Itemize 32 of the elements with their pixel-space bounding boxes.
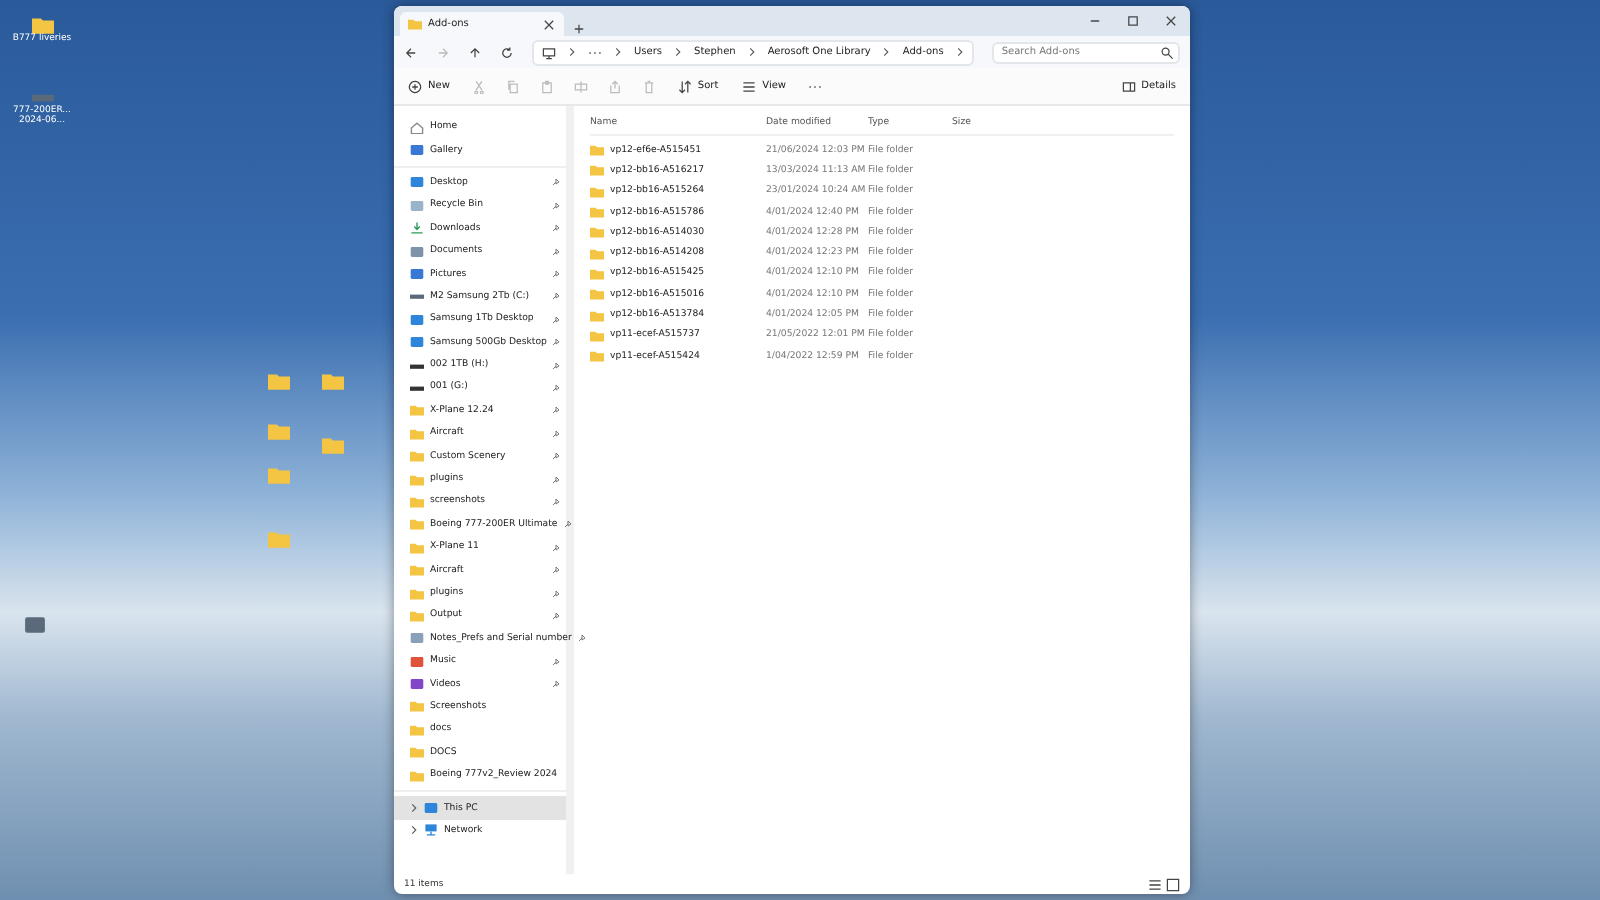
up-icon[interactable] (468, 45, 482, 59)
panel-icon[interactable] (1121, 79, 1136, 93)
chevron-icon[interactable] (882, 46, 891, 58)
chevron-icon[interactable] (747, 46, 756, 58)
sort-icon[interactable] (677, 79, 692, 93)
chevron-icon[interactable] (568, 46, 576, 58)
chevron-icon[interactable] (674, 46, 683, 58)
folder-icon (267, 422, 289, 440)
back-icon[interactable] (404, 45, 418, 59)
folder-icon (31, 16, 53, 34)
details-view-icon[interactable] (1148, 877, 1162, 891)
home-icon (410, 121, 424, 134)
minimize-icon[interactable] (1088, 14, 1102, 28)
close-icon[interactable] (1164, 14, 1178, 28)
network-icon (424, 824, 438, 837)
folder-icon (408, 18, 422, 30)
close-icon[interactable] (542, 17, 556, 31)
plus-icon[interactable] (572, 22, 586, 36)
chevron-icon[interactable] (955, 46, 964, 58)
drive-icon (410, 290, 424, 303)
chevron-icon[interactable] (614, 46, 622, 58)
refresh-icon[interactable] (500, 45, 514, 59)
folder-icon (321, 372, 343, 390)
folder-icon (267, 530, 289, 548)
list-icon[interactable] (742, 79, 757, 93)
folder-icon (267, 372, 289, 390)
folder-icon (267, 466, 289, 484)
tiles-view-icon[interactable] (1166, 877, 1180, 891)
download-icon (410, 222, 424, 235)
search-icon[interactable] (1160, 45, 1174, 59)
folder-icon (321, 436, 343, 454)
maximize-icon[interactable] (1126, 14, 1140, 28)
